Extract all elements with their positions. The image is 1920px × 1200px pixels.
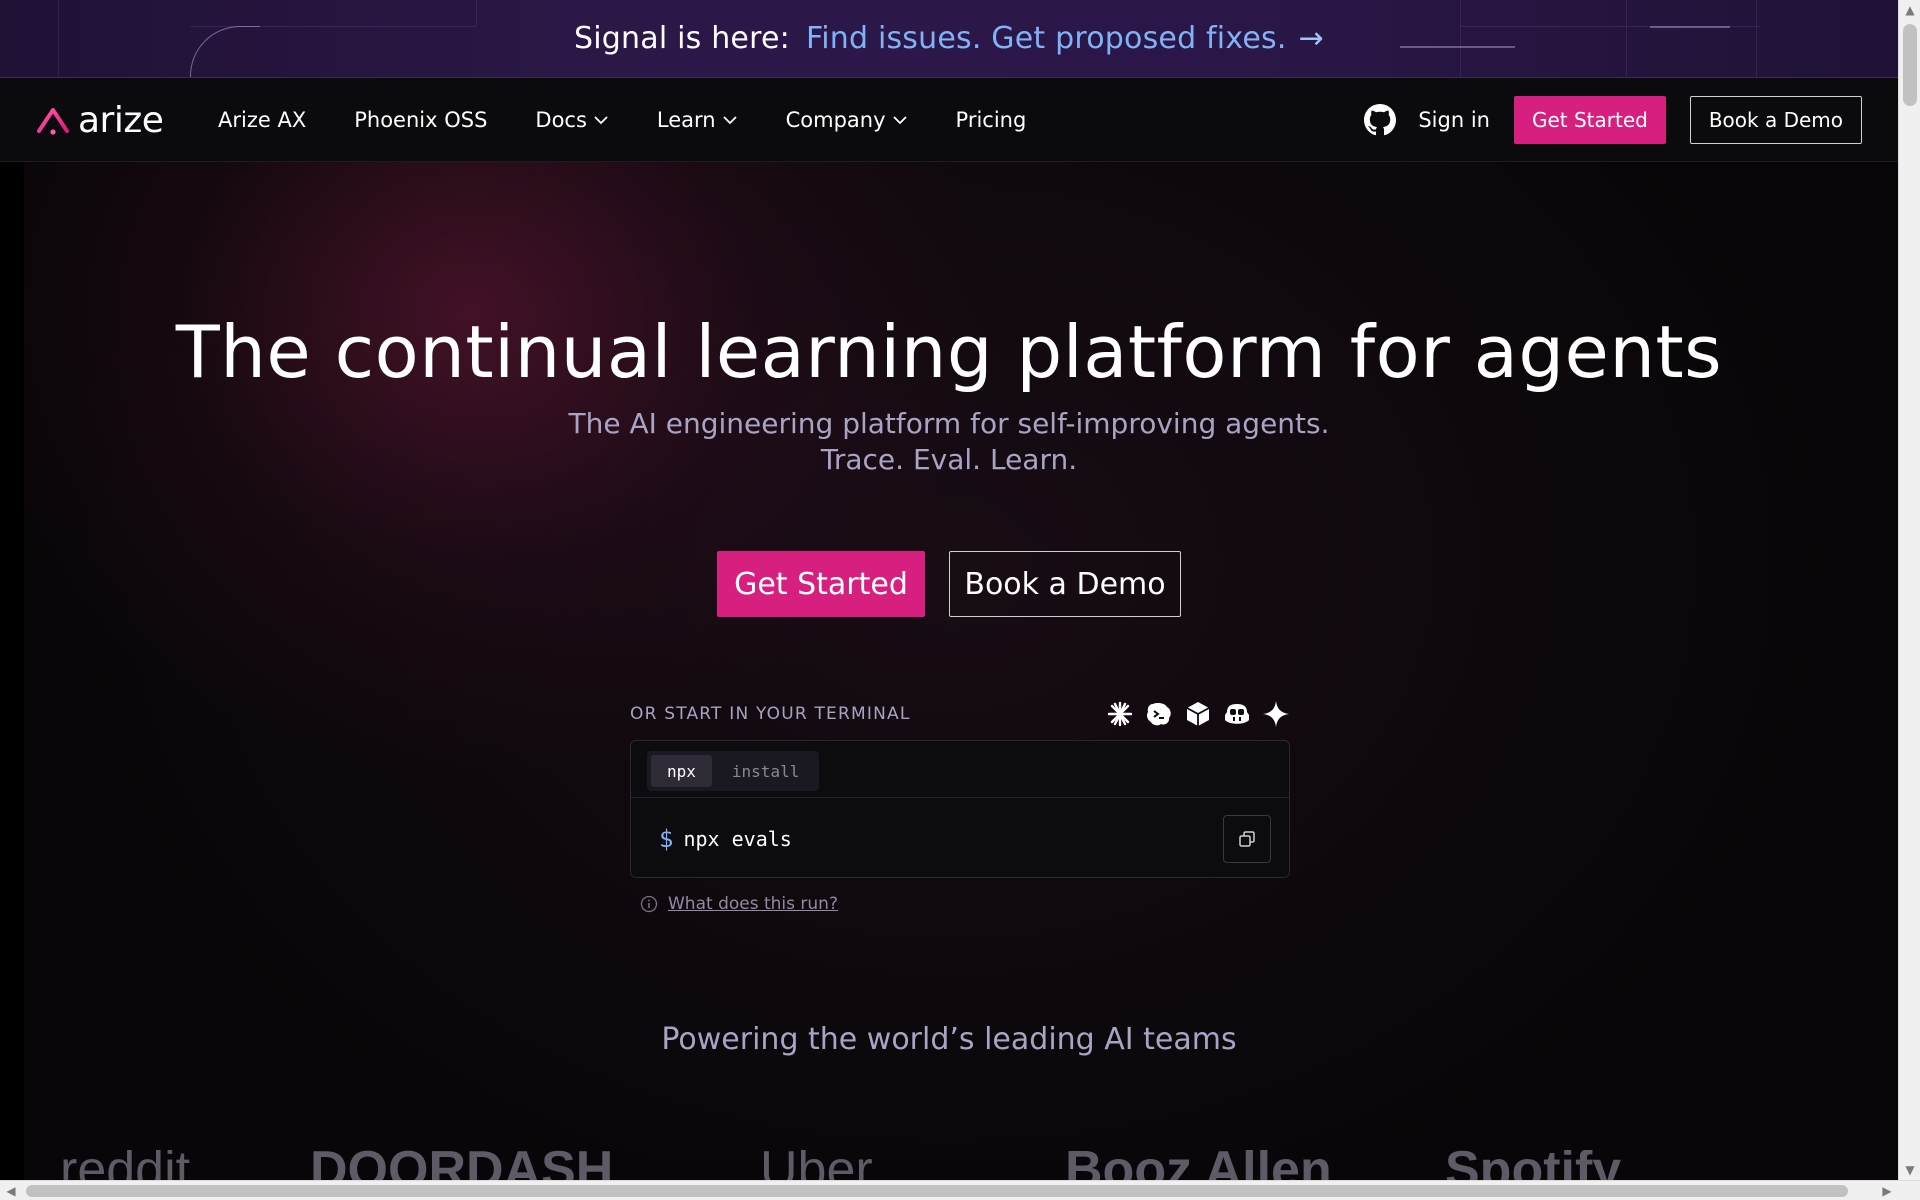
vertical-scroll-thumb[interactable] bbox=[1903, 24, 1917, 106]
logo-wordmark: arize bbox=[78, 100, 164, 141]
terminal-box: npx install $ npx evals bbox=[630, 740, 1290, 878]
arize-logo[interactable]: arize bbox=[36, 100, 164, 141]
arrow-right-icon[interactable]: → bbox=[1299, 21, 1324, 56]
hero-subtitle: The AI engineering platform for self-imp… bbox=[0, 406, 1898, 478]
nav-item-pricing[interactable]: Pricing bbox=[956, 108, 1027, 132]
customer-logos: reddit DOORDASH Uber Booz Allen Spotify bbox=[0, 1150, 1898, 1180]
nav-item-label: Arize AX bbox=[218, 108, 307, 132]
arize-logo-icon bbox=[37, 107, 69, 135]
logo-uber: Uber bbox=[760, 1150, 873, 1180]
nav-item-phoenix-oss[interactable]: Phoenix OSS bbox=[354, 108, 487, 132]
agent-icons bbox=[1106, 700, 1290, 728]
scroll-down-arrow-icon[interactable]: ▼ bbox=[1899, 1160, 1920, 1180]
nav-actions: Sign in Get Started Book a Demo bbox=[1364, 78, 1862, 162]
logo-booz-allen: Booz Allen bbox=[1065, 1150, 1332, 1180]
terminal-prompt: $ bbox=[659, 825, 674, 853]
terminal-label: OR START IN YOUR TERMINAL bbox=[630, 704, 911, 724]
github-icon[interactable] bbox=[1364, 104, 1397, 136]
nav-item-label: Pricing bbox=[955, 108, 1027, 132]
copy-icon bbox=[1239, 831, 1255, 847]
nav-item-label: Learn bbox=[656, 108, 716, 132]
nav-links: Arize AX Phoenix OSS Docs Learn Company … bbox=[218, 78, 1026, 162]
what-does-this-run-link[interactable]: What does this run? bbox=[668, 894, 838, 914]
logo-reddit: reddit bbox=[60, 1150, 191, 1180]
logo-spotify: Spotify bbox=[1445, 1150, 1622, 1180]
copilot-icon[interactable] bbox=[1223, 700, 1251, 728]
cube-icon[interactable] bbox=[1184, 700, 1212, 728]
banner-decoration bbox=[58, 0, 59, 77]
chevron-down-icon bbox=[892, 116, 907, 125]
hero-cta-row: Get Started Book a Demo bbox=[0, 551, 1898, 617]
banner-trace-decoration bbox=[1400, 46, 1515, 48]
chevron-down-icon bbox=[722, 116, 737, 125]
scroll-up-arrow-icon[interactable]: ▲ bbox=[1899, 0, 1920, 20]
hero-title: The continual learning platform for agen… bbox=[175, 310, 1723, 394]
nav-item-label: Docs bbox=[535, 108, 587, 132]
terminal-command[interactable]: npx evals bbox=[683, 827, 791, 851]
nav-item-learn[interactable]: Learn bbox=[657, 108, 738, 132]
nav-item-label: Phoenix OSS bbox=[354, 108, 488, 132]
banner-trace-decoration bbox=[1650, 26, 1730, 28]
banner-decoration bbox=[1460, 0, 1461, 77]
tab-npx[interactable]: npx bbox=[651, 755, 712, 787]
nav-book-demo-button[interactable]: Book a Demo bbox=[1689, 96, 1862, 144]
claude-icon[interactable] bbox=[1106, 700, 1134, 728]
hero-book-demo-button[interactable]: Book a Demo bbox=[949, 551, 1181, 617]
chevron-down-icon bbox=[594, 116, 608, 125]
copy-button[interactable] bbox=[1223, 815, 1271, 863]
terminal-tabs: npx install bbox=[647, 751, 820, 791]
nav-get-started-button[interactable]: Get Started bbox=[1513, 96, 1666, 144]
sign-in-link[interactable]: Sign in bbox=[1418, 108, 1490, 132]
nav-item-company[interactable]: Company bbox=[786, 108, 908, 132]
horizontal-scrollbar[interactable]: ◀ ▶ bbox=[0, 1180, 1920, 1200]
terminal-divider bbox=[631, 797, 1289, 798]
what-does-this-run[interactable]: What does this run? bbox=[640, 894, 838, 914]
logo-doordash: DOORDASH bbox=[310, 1150, 614, 1180]
top-navigation: arize Arize AX Phoenix OSS Docs Learn Co… bbox=[0, 78, 1898, 162]
hero-get-started-button[interactable]: Get Started bbox=[717, 551, 925, 617]
tab-install[interactable]: install bbox=[716, 755, 815, 787]
banner-decoration bbox=[1626, 0, 1627, 77]
terminal-command-line: $ npx evals bbox=[659, 825, 792, 853]
gemini-sparkle-icon[interactable] bbox=[1262, 700, 1290, 728]
nav-item-docs[interactable]: Docs bbox=[535, 108, 609, 132]
banner-curve-decoration bbox=[190, 26, 260, 77]
terminal-agent-icon[interactable] bbox=[1145, 700, 1173, 728]
scroll-left-arrow-icon[interactable]: ◀ bbox=[0, 1181, 22, 1200]
nav-item-arize-ax[interactable]: Arize AX bbox=[218, 108, 306, 132]
nav-item-label: Company bbox=[785, 108, 886, 132]
terminal-header: OR START IN YOUR TERMINAL bbox=[630, 700, 1290, 730]
banner-decoration bbox=[1756, 0, 1757, 77]
hero-subtitle-line: The AI engineering platform for self-imp… bbox=[568, 407, 1330, 440]
hero-tagline: Trace. Eval. Learn. bbox=[820, 443, 1078, 476]
banner-link[interactable]: Find issues. Get proposed fixes. bbox=[806, 21, 1287, 56]
horizontal-scroll-thumb[interactable] bbox=[26, 1185, 1848, 1197]
scroll-right-arrow-icon[interactable]: ▶ bbox=[1876, 1181, 1898, 1200]
vertical-scrollbar[interactable]: ▲ ▼ bbox=[1898, 0, 1920, 1180]
info-icon bbox=[640, 895, 658, 913]
banner-decoration bbox=[476, 0, 477, 26]
banner-lead-text: Signal is here: bbox=[574, 21, 790, 56]
announcement-banner[interactable]: Signal is here: Find issues. Get propose… bbox=[0, 0, 1898, 78]
powering-heading: Powering the world’s leading AI teams bbox=[661, 1022, 1237, 1057]
